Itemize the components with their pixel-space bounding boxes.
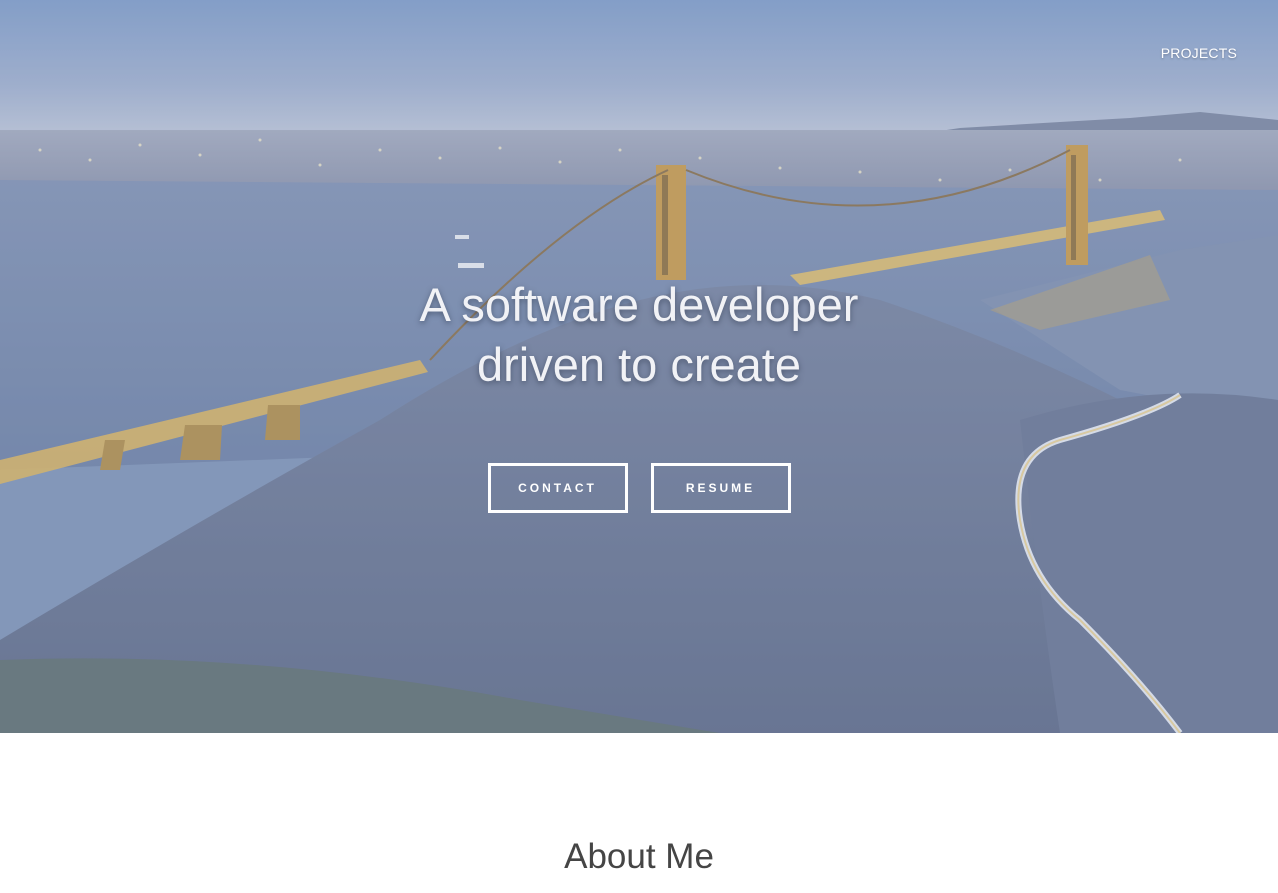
hero-headline-line-2: driven to create <box>477 338 801 391</box>
nav-projects-link[interactable]: PROJECTS <box>1161 45 1237 61</box>
hero-headline-line-1: A software developer <box>419 278 859 331</box>
contact-button[interactable]: CONTACT <box>487 463 628 513</box>
about-me-heading: About Me <box>564 837 714 876</box>
hero-button-row: CONTACT RESUME <box>0 463 1278 513</box>
hero-headline: A software developer driven to create <box>0 275 1278 395</box>
resume-button[interactable]: RESUME <box>650 463 791 513</box>
hero-section: PROJECTS A software developer driven to … <box>0 0 1278 733</box>
